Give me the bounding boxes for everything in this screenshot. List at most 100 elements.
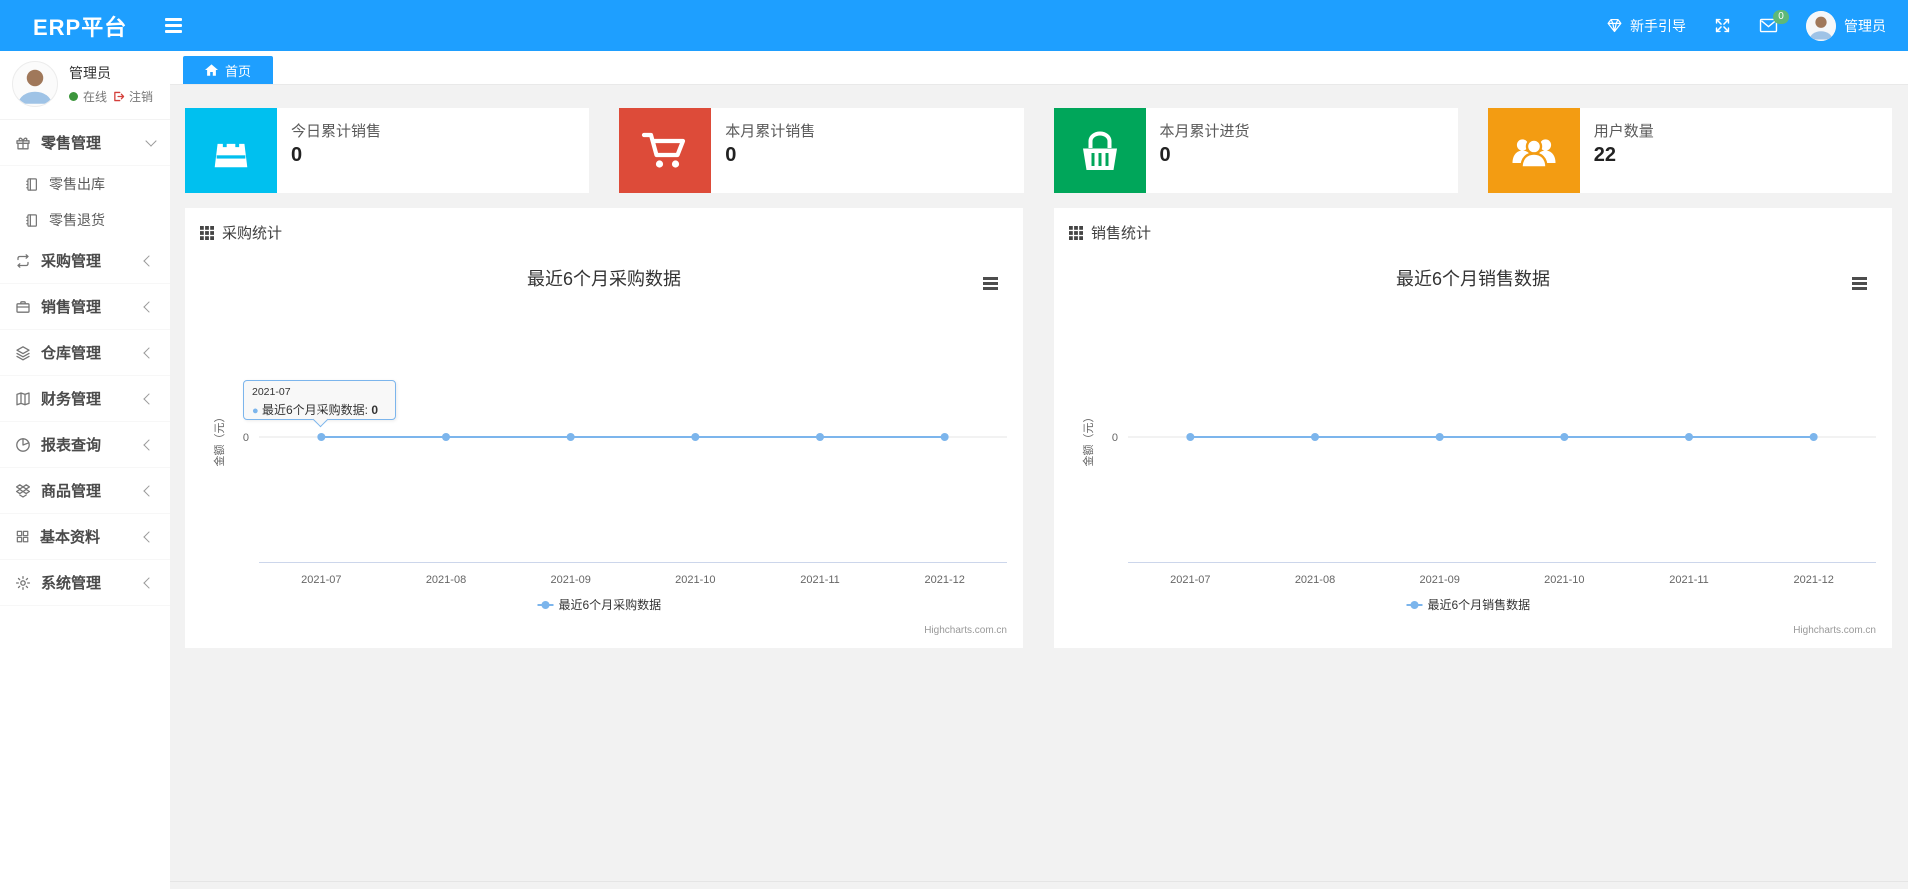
grid-icon	[15, 529, 30, 544]
main-content: 首页 .stat-card [data-name="shopping-bag-i…	[170, 51, 1908, 889]
svg-text:2021-07: 2021-07	[301, 574, 341, 586]
sidebar-item-warehouse[interactable]: 仓库管理	[0, 330, 170, 376]
chevron-left-icon	[143, 254, 155, 267]
svg-text:0: 0	[1112, 432, 1118, 444]
cart-icon: .stat-card [data-name="cart-icon"] .cuto…	[619, 108, 712, 193]
briefcase-icon	[15, 299, 31, 315]
layers-icon	[15, 345, 31, 361]
box-icon	[15, 483, 31, 499]
svg-text:2021-08: 2021-08	[426, 574, 466, 586]
messages-button[interactable]: 0	[1759, 10, 1789, 33]
app-logo: ERP平台	[33, 14, 128, 40]
sidebar-item-finance[interactable]: 财务管理	[0, 376, 170, 422]
stat-card-value: 22	[1593, 144, 1616, 166]
sidebar-item-label: 系统管理	[41, 575, 102, 592]
sidebar-toggle-icon[interactable]	[165, 18, 183, 33]
journal-icon	[24, 177, 39, 192]
chart-tooltip: 2021-07 ● 最近6个月采购数据: 0	[243, 380, 396, 428]
chevron-left-icon	[143, 438, 155, 451]
messages-badge: 0	[1773, 10, 1789, 24]
tab-home[interactable]: 首页	[183, 56, 274, 84]
sidebar-item-label: 财务管理	[41, 391, 102, 408]
guide-label: 新手引导	[1630, 17, 1686, 34]
sidebar-subitem-label: 零售退货	[49, 212, 105, 228]
stat-card-value: 0	[291, 144, 303, 166]
legend-item[interactable]: 最近6个月采购数据	[537, 597, 662, 612]
loop-icon	[15, 253, 31, 269]
svg-text:2021-12: 2021-12	[924, 574, 964, 586]
gear-icon	[15, 575, 31, 591]
svg-text:2021-12: 2021-12	[1793, 574, 1833, 586]
chevron-down-icon	[145, 135, 157, 147]
pie-chart-icon	[15, 437, 31, 453]
chevron-left-icon	[143, 576, 155, 589]
sidebar-item-system[interactable]: 系统管理	[0, 560, 170, 606]
sidebar-item-label: 采购管理	[41, 253, 102, 270]
top-navbar: ERP平台 新手引导 0 管理员	[0, 0, 1908, 51]
legend-item[interactable]: 最近6个月销售数据	[1406, 597, 1531, 612]
book-icon	[15, 391, 31, 407]
svg-text:2021-10: 2021-10	[675, 574, 715, 586]
panel-title: 采购统计	[222, 225, 283, 242]
stat-card-month-purchase: .stat-card [data-name="basket-icon"] .cu…	[1053, 108, 1458, 193]
sidebar-item-label: 商品管理	[41, 483, 102, 500]
guide-button[interactable]: 新手引导	[1606, 16, 1686, 36]
shopping-bag-icon: .stat-card [data-name="shopping-bag-icon…	[185, 108, 277, 193]
svg-text:最近6个月销售数据: 最近6个月销售数据	[1396, 269, 1550, 289]
chevron-left-icon	[143, 392, 155, 405]
svg-text:2021-09: 2021-09	[550, 574, 590, 586]
user-avatar	[1806, 10, 1836, 41]
panel-title: 销售统计	[1091, 225, 1152, 242]
home-icon	[205, 64, 218, 76]
sales-stats-panel: 销售统计 最近6个月销售数据 0 金额（元） 2021-07 2021-08 2021-0…	[1054, 208, 1892, 648]
chart-export-menu-icon[interactable]	[981, 275, 1000, 292]
sidebar-item-retail[interactable]: 零售管理	[0, 120, 170, 166]
stat-card-user-count: .stat-card [data-name="users-icon"] .cut…	[1487, 108, 1892, 193]
chevron-left-icon	[143, 530, 155, 543]
chevron-left-icon	[143, 484, 155, 497]
sidebar-item-goods[interactable]: 商品管理	[0, 468, 170, 514]
online-dot-icon	[69, 92, 78, 101]
sidebar-item-label: 零售管理	[41, 135, 102, 152]
sidebar-item-purchase[interactable]: 采购管理	[0, 238, 170, 284]
th-grid-icon	[1069, 225, 1083, 240]
svg-text:2021-07: 2021-07	[1170, 574, 1210, 586]
sidebar-user-panel: 管理员 在线 注销	[0, 51, 170, 119]
stat-card-label: 本月累计进货	[1159, 123, 1250, 140]
sidebar-item-label: 仓库管理	[41, 345, 102, 362]
svg-text:最近6个月销售数据: 最近6个月销售数据	[1428, 597, 1531, 612]
sidebar-subitem-label: 零售出库	[49, 176, 105, 192]
chevron-left-icon	[143, 300, 155, 313]
sidebar-user-name: 管理员	[69, 65, 111, 81]
svg-text:最近6个月采购数据: 最近6个月采购数据	[559, 597, 662, 612]
sidebar-item-retail-return[interactable]: 零售退货	[0, 202, 170, 238]
sidebar-item-reports[interactable]: 报表查询	[0, 422, 170, 468]
gem-icon	[1606, 17, 1623, 34]
gift-icon	[15, 135, 31, 151]
logout-button[interactable]: 注销	[112, 88, 153, 105]
svg-text:金额（元）: 金额（元）	[212, 412, 226, 467]
sidebar-menu: 零售管理 零售出库 零售退货 采购管理 销售管理 仓库管理 财务管理 报表查询 …	[0, 119, 170, 606]
sidebar: 管理员 在线 注销 零售管理 零售出库 零售退货 采购管理 销售管理 仓库管理 …	[0, 51, 170, 889]
svg-text:2021-09: 2021-09	[1419, 574, 1459, 586]
sidebar-avatar	[12, 61, 58, 107]
online-label: 在线	[83, 90, 108, 104]
highcharts-credits[interactable]: Highcharts.com.cn	[924, 625, 1007, 636]
fullscreen-button[interactable]	[1714, 17, 1731, 34]
sidebar-item-sales[interactable]: 销售管理	[0, 284, 170, 330]
svg-text:最近6个月采购数据: 最近6个月采购数据	[527, 269, 681, 289]
tooltip-header: 2021-07	[252, 386, 291, 398]
sidebar-item-basic-data[interactable]: 基本资料	[0, 514, 170, 560]
user-menu[interactable]: 管理员	[1806, 10, 1886, 41]
highcharts-credits[interactable]: Highcharts.com.cn	[1793, 625, 1876, 636]
basket-icon: .stat-card [data-name="basket-icon"] .cu…	[1053, 108, 1146, 193]
stat-card-value: 0	[725, 144, 737, 166]
sales-chart: 最近6个月销售数据 0 金额（元） 2021-07 2021-08 2021-09 2021…	[1064, 249, 1882, 647]
erp-dashboard: ERP平台 新手引导 0 管理员 管理员 在线 注销 零售管理 零售出库 零售退…	[0, 0, 1908, 889]
chart-export-menu-icon[interactable]	[1850, 275, 1869, 292]
stat-card-month-sales: .stat-card [data-name="cart-icon"] .cuto…	[619, 108, 1024, 193]
svg-text:金额（元）: 金额（元）	[1081, 412, 1095, 467]
svg-text:2021-08: 2021-08	[1295, 574, 1335, 586]
svg-text:0: 0	[243, 432, 249, 444]
sidebar-item-retail-outbound[interactable]: 零售出库	[0, 166, 170, 202]
